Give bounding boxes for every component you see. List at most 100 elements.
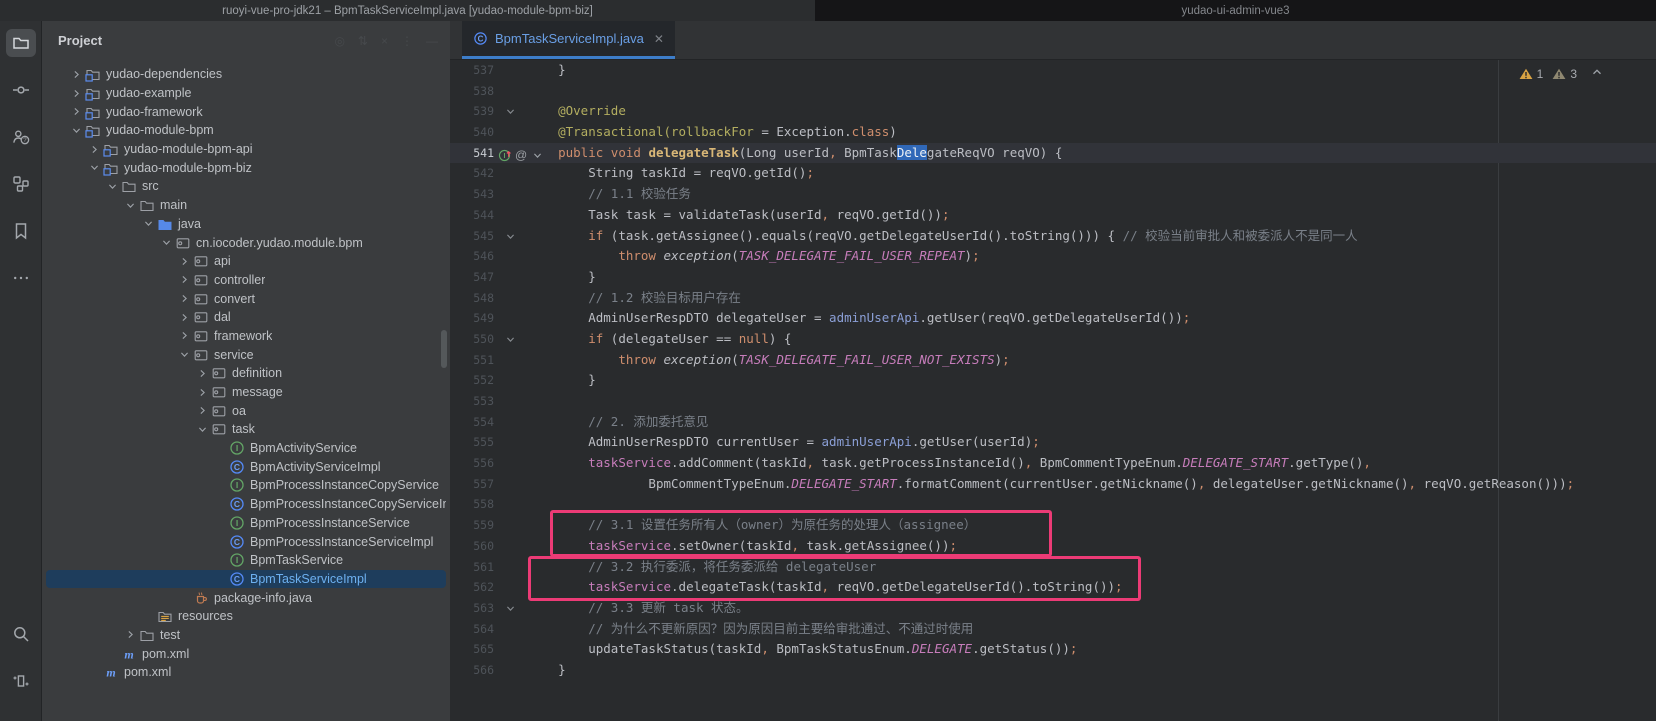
chevron-up-icon[interactable] — [1586, 65, 1604, 82]
chevron-right-icon[interactable] — [194, 365, 210, 381]
tree-item-bpmprocessinstanceserviceimpl[interactable]: CBpmProcessInstanceServiceImpl — [46, 532, 446, 551]
chevron-right-icon[interactable] — [68, 85, 84, 101]
gutter[interactable]: I@ — [494, 143, 528, 164]
chevron-right-icon[interactable] — [176, 328, 192, 344]
line-number[interactable]: 559 — [450, 515, 494, 536]
gutter[interactable] — [494, 391, 528, 412]
line-number[interactable]: 547 — [450, 267, 494, 288]
gutter[interactable] — [494, 226, 528, 247]
code-line-540[interactable]: 540 @Transactional(rollbackFor = Excepti… — [450, 122, 1656, 143]
gutter[interactable] — [494, 101, 528, 122]
line-number[interactable]: 544 — [450, 205, 494, 226]
line-number[interactable]: 539 — [450, 101, 494, 122]
line-number[interactable]: 550 — [450, 329, 494, 350]
chevron-right-icon[interactable] — [176, 272, 192, 288]
hide-icon[interactable]: — — [426, 34, 438, 48]
code-line-538[interactable]: 538 — [450, 81, 1656, 102]
code-line-545[interactable]: 545 if (task.getAssignee().equals(reqVO.… — [450, 226, 1656, 247]
warning-indicator[interactable]: 1 — [1519, 67, 1544, 81]
code-line-566[interactable]: 566 } — [450, 660, 1656, 681]
line-number[interactable]: 546 — [450, 246, 494, 267]
activity-bar-bookmarks-button[interactable] — [6, 217, 36, 245]
code-line-549[interactable]: 549 AdminUserRespDTO delegateUser = admi… — [450, 308, 1656, 329]
gutter[interactable] — [494, 60, 528, 81]
tree-item-yudao-module-bpm-api[interactable]: yudao-module-bpm-api — [46, 140, 446, 159]
tree-item-dal[interactable]: dal — [46, 308, 446, 327]
project-tree-scrollbar[interactable] — [441, 330, 447, 368]
activity-bar-tool-windows-button[interactable] — [6, 667, 36, 695]
gutter[interactable] — [494, 350, 528, 371]
line-number[interactable]: 554 — [450, 412, 494, 433]
code-line-537[interactable]: 537 } — [450, 60, 1656, 81]
line-number[interactable]: 561 — [450, 557, 494, 578]
code-line-542[interactable]: 542 String taskId = reqVO.getId(); — [450, 163, 1656, 184]
gutter[interactable] — [494, 432, 528, 453]
chevron-down-icon[interactable] — [86, 160, 102, 176]
code-line-564[interactable]: 564 // 为什么不更新原因？因为原因目前主要给审批通过、不通过时使用 — [450, 619, 1656, 640]
tree-item-oa[interactable]: oa — [46, 401, 446, 420]
code-line-547[interactable]: 547 } — [450, 267, 1656, 288]
activity-bar-pull-requests-button[interactable]: ? — [6, 123, 36, 151]
gutter[interactable] — [494, 308, 528, 329]
gutter[interactable] — [494, 122, 528, 143]
weak-warning-indicator[interactable]: 3 — [1552, 67, 1577, 81]
chevron-right-icon[interactable] — [194, 403, 210, 419]
activity-bar-search-button[interactable] — [6, 620, 36, 648]
chevron-right-icon[interactable] — [68, 66, 84, 82]
code-line-554[interactable]: 554 // 2. 添加委托意见 — [450, 412, 1656, 433]
implementing-method-icon[interactable]: I — [498, 149, 511, 162]
gutter[interactable] — [494, 184, 528, 205]
gutter[interactable] — [494, 453, 528, 474]
line-number[interactable]: 555 — [450, 432, 494, 453]
gutter[interactable] — [494, 205, 528, 226]
tree-item-cn-iocoder-yudao-module-bpm[interactable]: cn.iocoder.yudao.module.bpm — [46, 233, 446, 252]
chevron-down-icon[interactable] — [176, 347, 192, 363]
code-line-539[interactable]: 539 @Override — [450, 101, 1656, 122]
locate-icon[interactable]: ◎ — [334, 34, 344, 48]
tree-item-java[interactable]: java — [46, 215, 446, 234]
tree-item-bpmactivityserviceimpl[interactable]: CBpmActivityServiceImpl — [46, 457, 446, 476]
activity-bar-project-button[interactable] — [6, 29, 36, 57]
background-window-titlebar[interactable]: yudao-ui-admin-vue3 — [815, 0, 1656, 21]
activity-bar-commit-button[interactable] — [6, 76, 36, 104]
spring-bean-icon[interactable]: @ — [515, 145, 527, 166]
tree-item-pom-xml[interactable]: mpom.xml — [46, 663, 446, 682]
line-number[interactable]: 563 — [450, 598, 494, 619]
line-number[interactable]: 540 — [450, 122, 494, 143]
close-icon[interactable]: ✕ — [651, 32, 664, 46]
tree-item-main[interactable]: main — [46, 196, 446, 215]
line-number[interactable]: 553 — [450, 391, 494, 412]
chevron-down-icon[interactable] — [104, 178, 120, 194]
tree-item-task[interactable]: task — [46, 420, 446, 439]
code-line-555[interactable]: 555 AdminUserRespDTO currentUser = admin… — [450, 432, 1656, 453]
tree-item-yudao-framework[interactable]: yudao-framework — [46, 102, 446, 121]
gutter[interactable] — [494, 494, 528, 515]
gutter[interactable] — [494, 412, 528, 433]
code-line-546[interactable]: 546 throw exception(TASK_DELEGATE_FAIL_U… — [450, 246, 1656, 267]
tree-item-message[interactable]: message — [46, 383, 446, 402]
chevron-down-icon[interactable] — [68, 122, 84, 138]
activity-bar-more-button[interactable] — [6, 264, 36, 292]
tree-item-test[interactable]: test — [46, 626, 446, 645]
gutter[interactable] — [494, 81, 528, 102]
gutter[interactable] — [494, 619, 528, 640]
line-number[interactable]: 558 — [450, 494, 494, 515]
line-number[interactable]: 552 — [450, 370, 494, 391]
line-number[interactable]: 541 — [450, 143, 494, 164]
tree-item-service[interactable]: service — [46, 345, 446, 364]
gutter[interactable] — [494, 267, 528, 288]
code-line-550[interactable]: 550 if (delegateUser == null) { — [450, 329, 1656, 350]
inspections-widget[interactable]: 13 — [1519, 65, 1604, 82]
tab-bpmtaskserviceimpl[interactable]: C BpmTaskServiceImpl.java ✕ — [462, 21, 675, 59]
line-number[interactable]: 560 — [450, 536, 494, 557]
line-number[interactable]: 557 — [450, 474, 494, 495]
chevron-right-icon[interactable] — [176, 253, 192, 269]
line-number[interactable]: 565 — [450, 639, 494, 660]
tree-item-bpmprocessinstancecopyservice[interactable]: IBpmProcessInstanceCopyService — [46, 476, 446, 495]
code-line-544[interactable]: 544 Task task = validateTask(userId, req… — [450, 205, 1656, 226]
tree-item-bpmprocessinstancecopyserviceimpl[interactable]: CBpmProcessInstanceCopyServiceImpl — [46, 495, 446, 514]
tree-item-yudao-dependencies[interactable]: yudao-dependencies — [46, 65, 446, 84]
expand-icon[interactable]: ⇅ — [358, 34, 368, 48]
code-line-552[interactable]: 552 } — [450, 370, 1656, 391]
tree-item-yudao-module-bpm-biz[interactable]: yudao-module-bpm-biz — [46, 158, 446, 177]
